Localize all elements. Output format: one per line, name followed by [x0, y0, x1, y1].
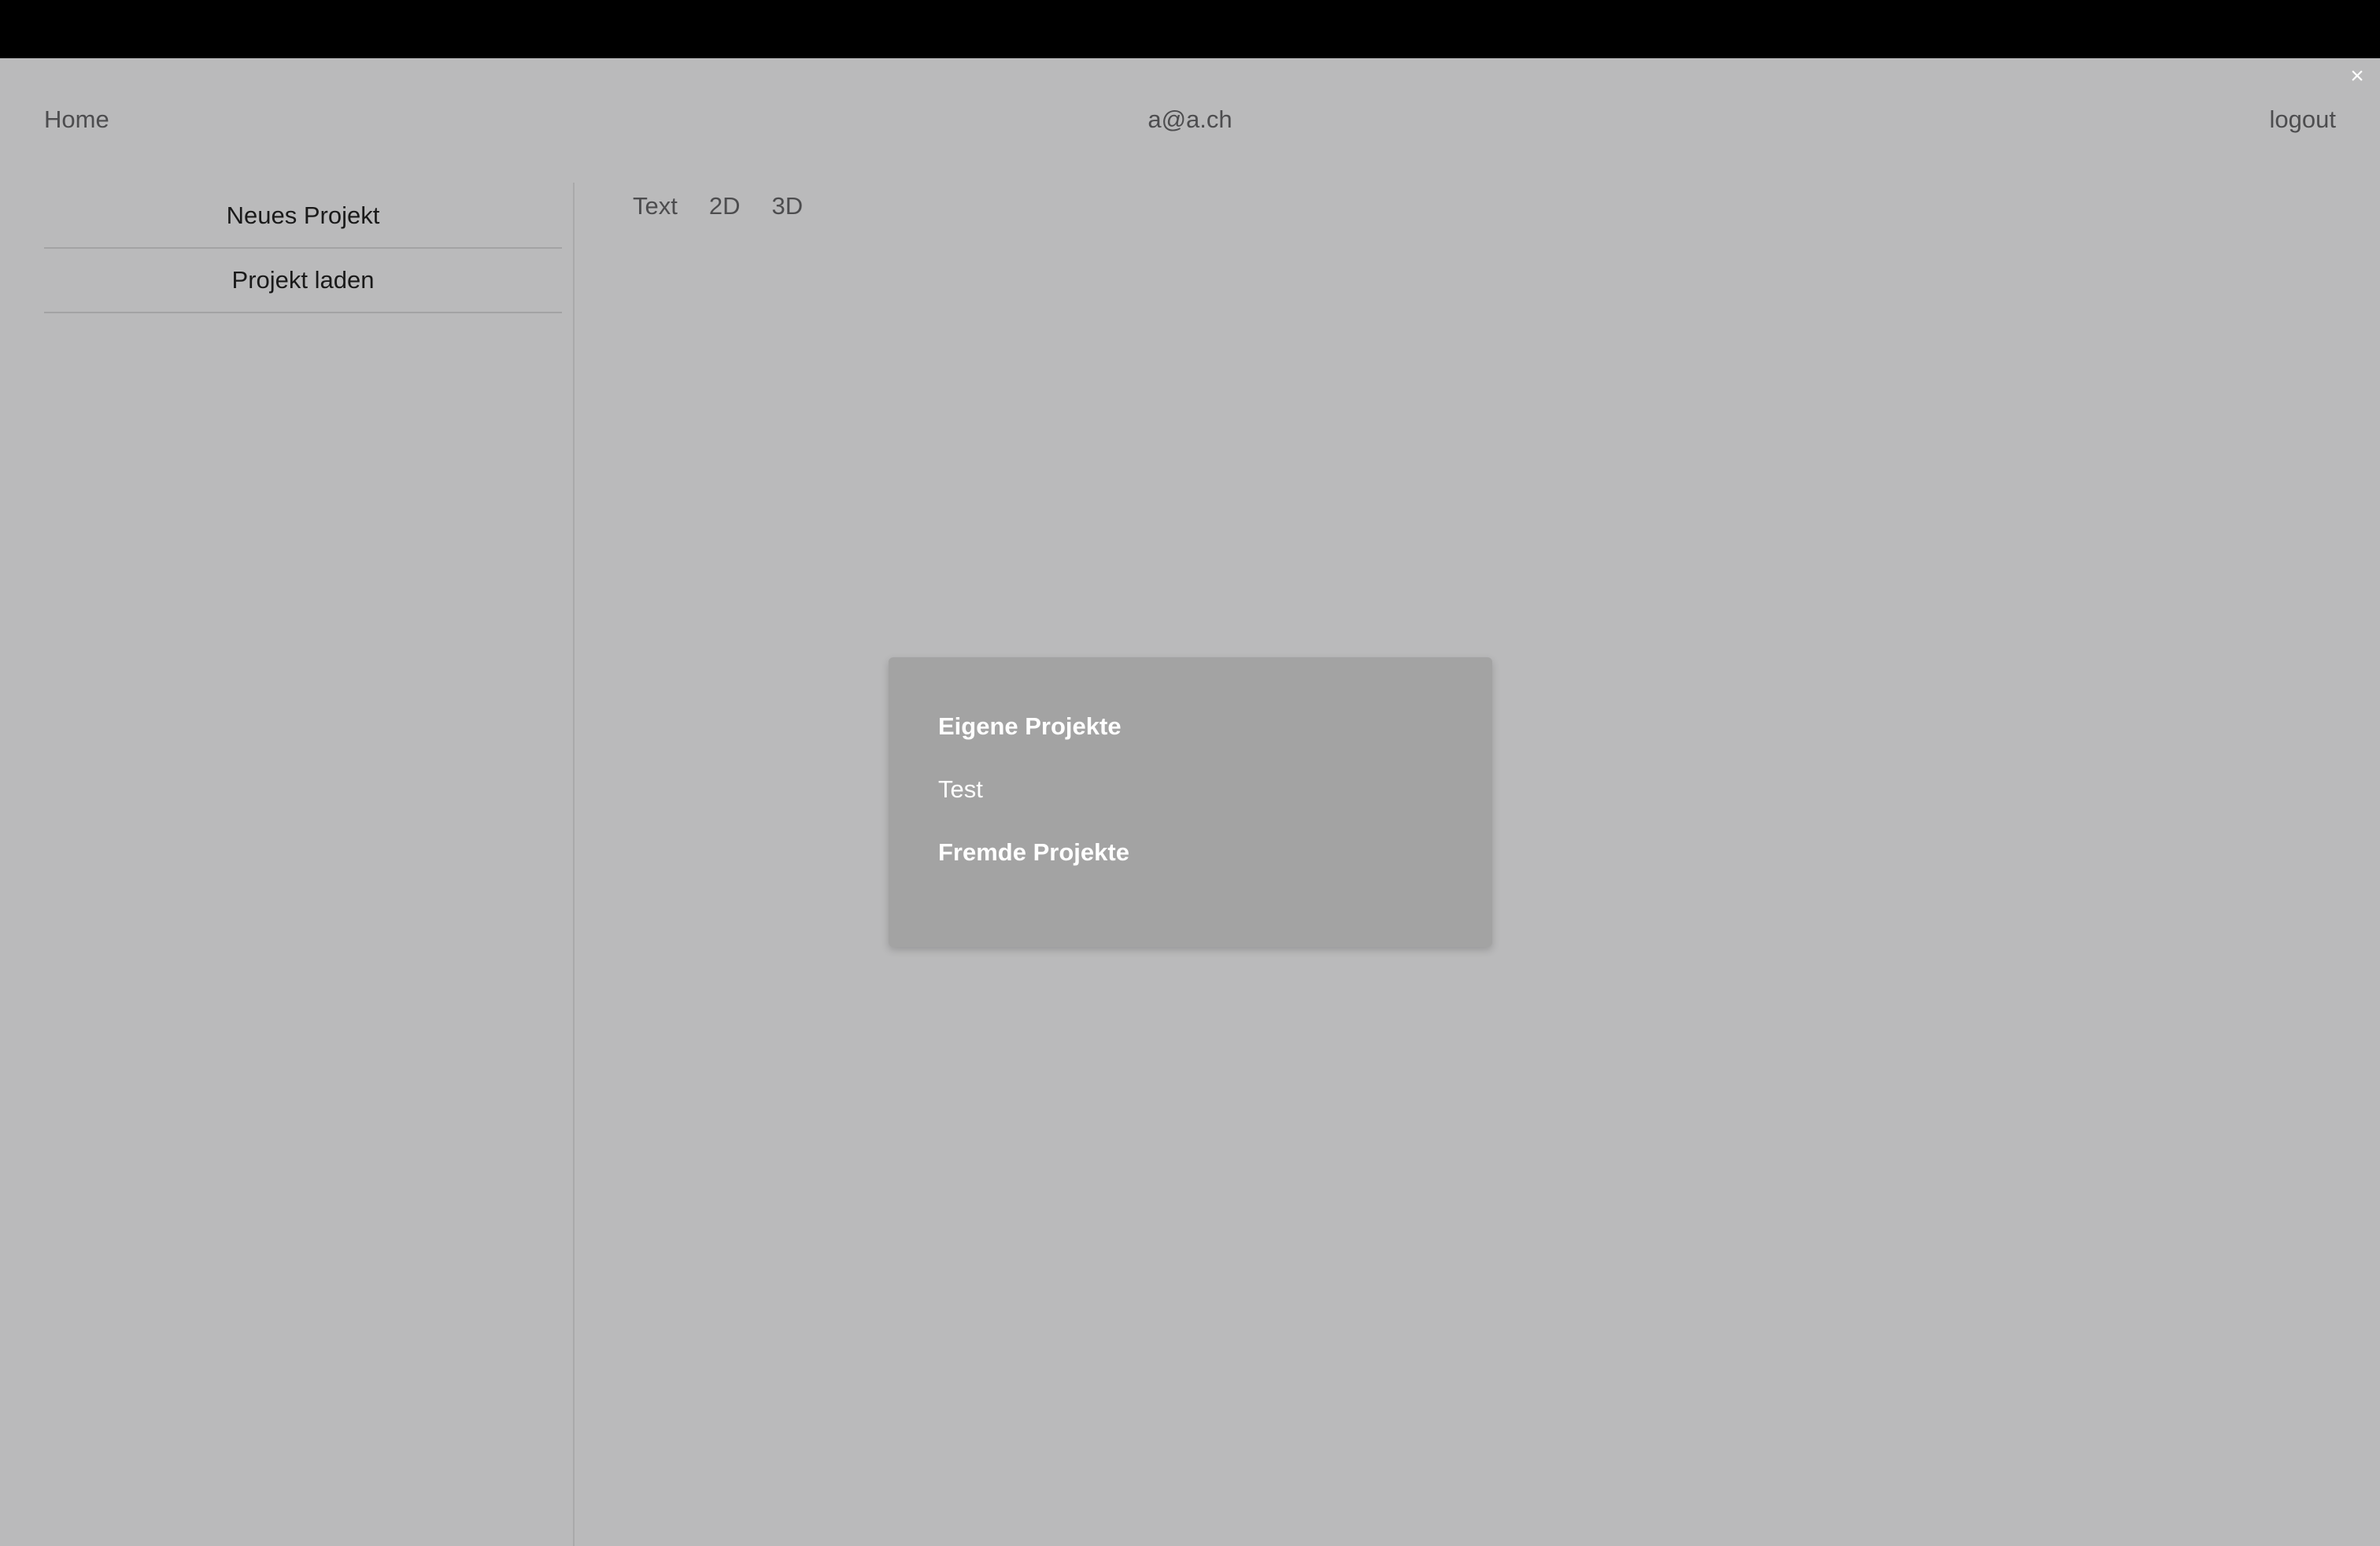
user-email: a@a.ch: [1148, 105, 1232, 133]
top-navigation: Home a@a.ch logout: [0, 58, 2380, 184]
window-top-bar: [0, 0, 2380, 58]
tab-text[interactable]: Text: [633, 183, 678, 230]
app-window: × Home a@a.ch logout Neues Projekt Proje…: [0, 58, 2380, 1546]
user-email-container: a@a.ch: [0, 105, 2380, 134]
tab-3d[interactable]: 3D: [772, 183, 804, 230]
nav-home-link[interactable]: Home: [44, 105, 109, 134]
sidebar: Neues Projekt Projekt laden: [0, 183, 575, 1546]
foreign-projects-heading: Fremde Projekte: [938, 838, 1129, 866]
tab-2d[interactable]: 2D: [709, 183, 741, 230]
project-item-test[interactable]: Test: [938, 775, 983, 804]
sidebar-item-load-project[interactable]: Projekt laden: [44, 249, 562, 313]
sidebar-item-new-project[interactable]: Neues Projekt: [44, 184, 562, 249]
logout-link[interactable]: logout: [2270, 105, 2336, 134]
load-project-dialog: Eigene Projekte Test Fremde Projekte: [889, 657, 1492, 947]
view-tabs: Text 2D 3D: [633, 183, 803, 230]
own-projects-heading: Eigene Projekte: [938, 712, 1122, 740]
